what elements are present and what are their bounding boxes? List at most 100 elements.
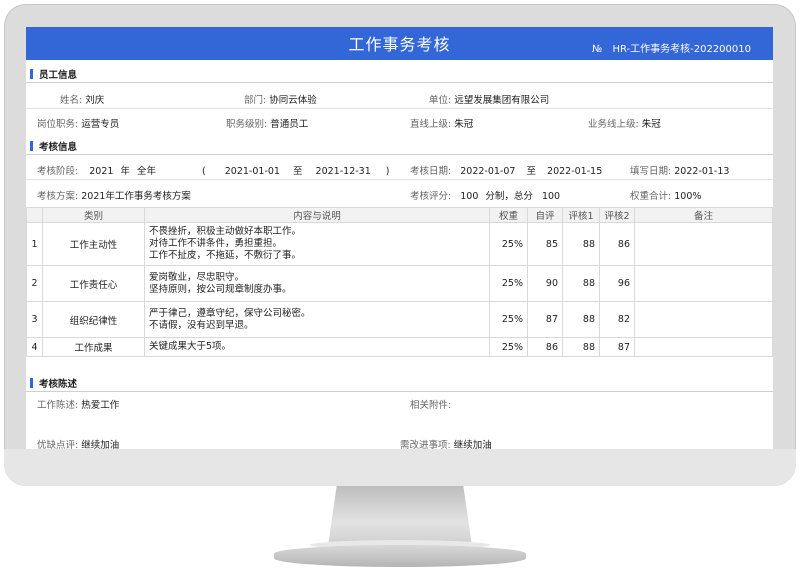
field-weight-sum: 权重合计: 100% bbox=[630, 188, 701, 202]
monitor-stand-neck bbox=[328, 486, 472, 546]
field-value[interactable]: 协同云体验 bbox=[269, 95, 317, 106]
cell-no: 1 bbox=[26, 222, 43, 266]
stage-end-date[interactable]: 2021-12-31 bbox=[316, 166, 371, 177]
cell-self-score[interactable]: 86 bbox=[527, 337, 563, 357]
field-department: 部门: 协同云体验 bbox=[244, 92, 317, 106]
content-line: 爱岗敬业，尽忠职守。 bbox=[149, 271, 245, 283]
stage-period[interactable]: 全年 bbox=[137, 166, 156, 177]
cell-no: 2 bbox=[26, 265, 43, 302]
table-row[interactable]: 4 工作成果 关键成果大于5项。 25% 86 88 87 bbox=[26, 337, 773, 357]
cell-self-score[interactable]: 85 bbox=[527, 222, 563, 266]
cell-weight[interactable]: 25% bbox=[489, 337, 528, 357]
field-value[interactable]: 运营专员 bbox=[81, 119, 119, 130]
table-header-row: 类别 内容与说明 权重 自评 评核1 评核2 备注 bbox=[26, 207, 773, 223]
monitor-frame: 工作事务考核 № HR-工作事务考核-202200010 员工信息 姓名: 刘庆… bbox=[0, 0, 800, 574]
field-improve: 需改进事项: 继续加油 bbox=[400, 437, 492, 449]
cell-review2-score[interactable]: 96 bbox=[599, 265, 635, 302]
score-sum: 100 bbox=[541, 191, 561, 202]
stage-start-date[interactable]: 2021-01-01 bbox=[225, 166, 280, 177]
field-label: 职务级别: bbox=[226, 119, 268, 130]
section-assessment-info: 考核信息 bbox=[26, 138, 773, 155]
field-value[interactable]: 朱冠 bbox=[454, 119, 473, 130]
assessment-table: 类别 内容与说明 权重 自评 评核1 评核2 备注 1 工作主动性 不畏挫折，积极主… bbox=[26, 207, 773, 357]
cell-self-score[interactable]: 90 bbox=[527, 265, 563, 302]
field-stage: 考核阶段: 2021 年 全年 bbox=[37, 163, 156, 177]
table-row[interactable]: 2 工作责任心 爱岗敬业，尽忠职守。 坚持原则，按公司规章制度办事。 25% 90 88 96 bbox=[26, 265, 773, 302]
field-label: 填写日期: bbox=[630, 166, 672, 177]
cell-note[interactable] bbox=[634, 265, 773, 302]
field-value[interactable]: 刘庆 bbox=[85, 95, 104, 106]
screen: 工作事务考核 № HR-工作事务考核-202200010 员工信息 姓名: 刘庆… bbox=[26, 27, 773, 449]
field-value[interactable]: 继续加油 bbox=[454, 440, 492, 449]
field-value[interactable]: 普通员工 bbox=[270, 119, 308, 130]
cell-review1-score[interactable]: 88 bbox=[562, 301, 600, 338]
cell-content: 关键成果大于5项。 bbox=[144, 337, 490, 357]
section-title: 员工信息 bbox=[39, 70, 78, 81]
cell-self-score[interactable]: 87 bbox=[527, 301, 563, 338]
cell-review1-score[interactable]: 88 bbox=[562, 222, 600, 266]
content-line: 对待工作不讲条件，勇担重担。 bbox=[149, 238, 283, 249]
field-label: 优缺点评: bbox=[37, 440, 79, 449]
section-marker bbox=[30, 141, 33, 151]
cell-review2-score[interactable]: 82 bbox=[599, 301, 635, 338]
assess-end-date[interactable]: 2022-01-15 bbox=[547, 166, 602, 177]
cell-note[interactable] bbox=[634, 301, 773, 338]
stage-year[interactable]: 2021 bbox=[89, 166, 113, 177]
field-label: 相关附件: bbox=[410, 400, 452, 411]
field-value[interactable]: 继续加油 bbox=[81, 440, 119, 449]
stage-open-paren: ( bbox=[202, 166, 206, 177]
header-review1: 评核1 bbox=[562, 207, 600, 223]
section-marker bbox=[30, 378, 33, 388]
cell-weight[interactable]: 25% bbox=[489, 301, 528, 338]
field-value: 100% bbox=[674, 191, 702, 202]
stage-year-unit: 年 bbox=[120, 166, 130, 177]
stage-close-paren: ) bbox=[385, 166, 390, 177]
section-title: 考核信息 bbox=[39, 142, 78, 153]
field-score: 考核评分: 100 分制，总分 100 bbox=[410, 188, 560, 202]
header-weight: 权重 bbox=[489, 207, 528, 223]
row-divider bbox=[26, 108, 773, 109]
section-marker bbox=[30, 69, 33, 79]
section-statement: 考核陈述 bbox=[26, 375, 773, 392]
field-post: 岗位职务: 运营专员 bbox=[37, 116, 119, 130]
header-category: 类别 bbox=[42, 207, 145, 223]
field-label: 考核方案: bbox=[37, 191, 79, 202]
field-value[interactable]: 朱冠 bbox=[642, 119, 661, 130]
cell-category: 工作责任心 bbox=[42, 265, 145, 302]
score-text: 分制，总分 bbox=[485, 191, 533, 202]
field-label: 考核评分: bbox=[410, 191, 452, 202]
cell-review2-score[interactable]: 87 bbox=[599, 337, 635, 357]
cell-weight[interactable]: 25% bbox=[489, 222, 528, 266]
field-label: 需改进事项: bbox=[400, 440, 451, 449]
cell-review1-score[interactable]: 88 bbox=[562, 337, 600, 357]
field-stage-range: ( 2021-01-01 至 2021-12-31 ) bbox=[202, 163, 390, 177]
field-comment: 优缺点评: 继续加油 bbox=[37, 437, 119, 449]
cell-note[interactable] bbox=[634, 337, 773, 357]
cell-review1-score[interactable]: 88 bbox=[562, 265, 600, 302]
table-row[interactable]: 1 工作主动性 不畏挫折，积极主动做好本职工作。 对待工作不讲条件，勇担重担。 工作不扯… bbox=[26, 222, 773, 266]
header-no bbox=[26, 207, 43, 223]
field-grade: 职务级别: 普通员工 bbox=[226, 116, 308, 130]
header-self: 自评 bbox=[527, 207, 563, 223]
cell-weight[interactable]: 25% bbox=[489, 265, 528, 302]
assess-start-date[interactable]: 2022-01-07 bbox=[460, 166, 515, 177]
title-bar: 工作事务考核 № HR-工作事务考核-202200010 bbox=[26, 27, 773, 60]
field-value[interactable]: 2021年工作事务考核方案 bbox=[81, 191, 191, 202]
table-row[interactable]: 3 组织纪律性 严于律己，遵章守纪，保守公司秘密。 不请假，没有迟到早退。 25% 87 8… bbox=[26, 301, 773, 338]
field-label: 工作陈述: bbox=[37, 400, 79, 411]
field-label: 单位: bbox=[429, 95, 452, 106]
content-line: 工作不扯皮，不拖延，不敷衍了事。 bbox=[149, 250, 302, 261]
cell-content: 严于律己，遵章守纪，保守公司秘密。 不请假，没有迟到早退。 bbox=[144, 301, 490, 338]
field-work-statement: 工作陈述: 热爱工作 bbox=[37, 397, 119, 411]
field-assess-date: 考核日期: 2022-01-07 至 2022-01-15 bbox=[410, 163, 602, 177]
field-value[interactable]: 2022-01-13 bbox=[674, 166, 729, 177]
field-value[interactable]: 热爱工作 bbox=[81, 400, 119, 411]
monitor-chin bbox=[4, 449, 796, 486]
field-label: 权重合计: bbox=[630, 191, 672, 202]
cell-review2-score[interactable]: 86 bbox=[599, 222, 635, 266]
cell-note[interactable] bbox=[634, 222, 773, 266]
field-value[interactable]: 远望发展集团有限公司 bbox=[454, 95, 549, 106]
field-label: 考核阶段: bbox=[37, 166, 79, 177]
field-label: 业务线上级: bbox=[588, 119, 639, 130]
score-total[interactable]: 100 bbox=[460, 191, 478, 202]
